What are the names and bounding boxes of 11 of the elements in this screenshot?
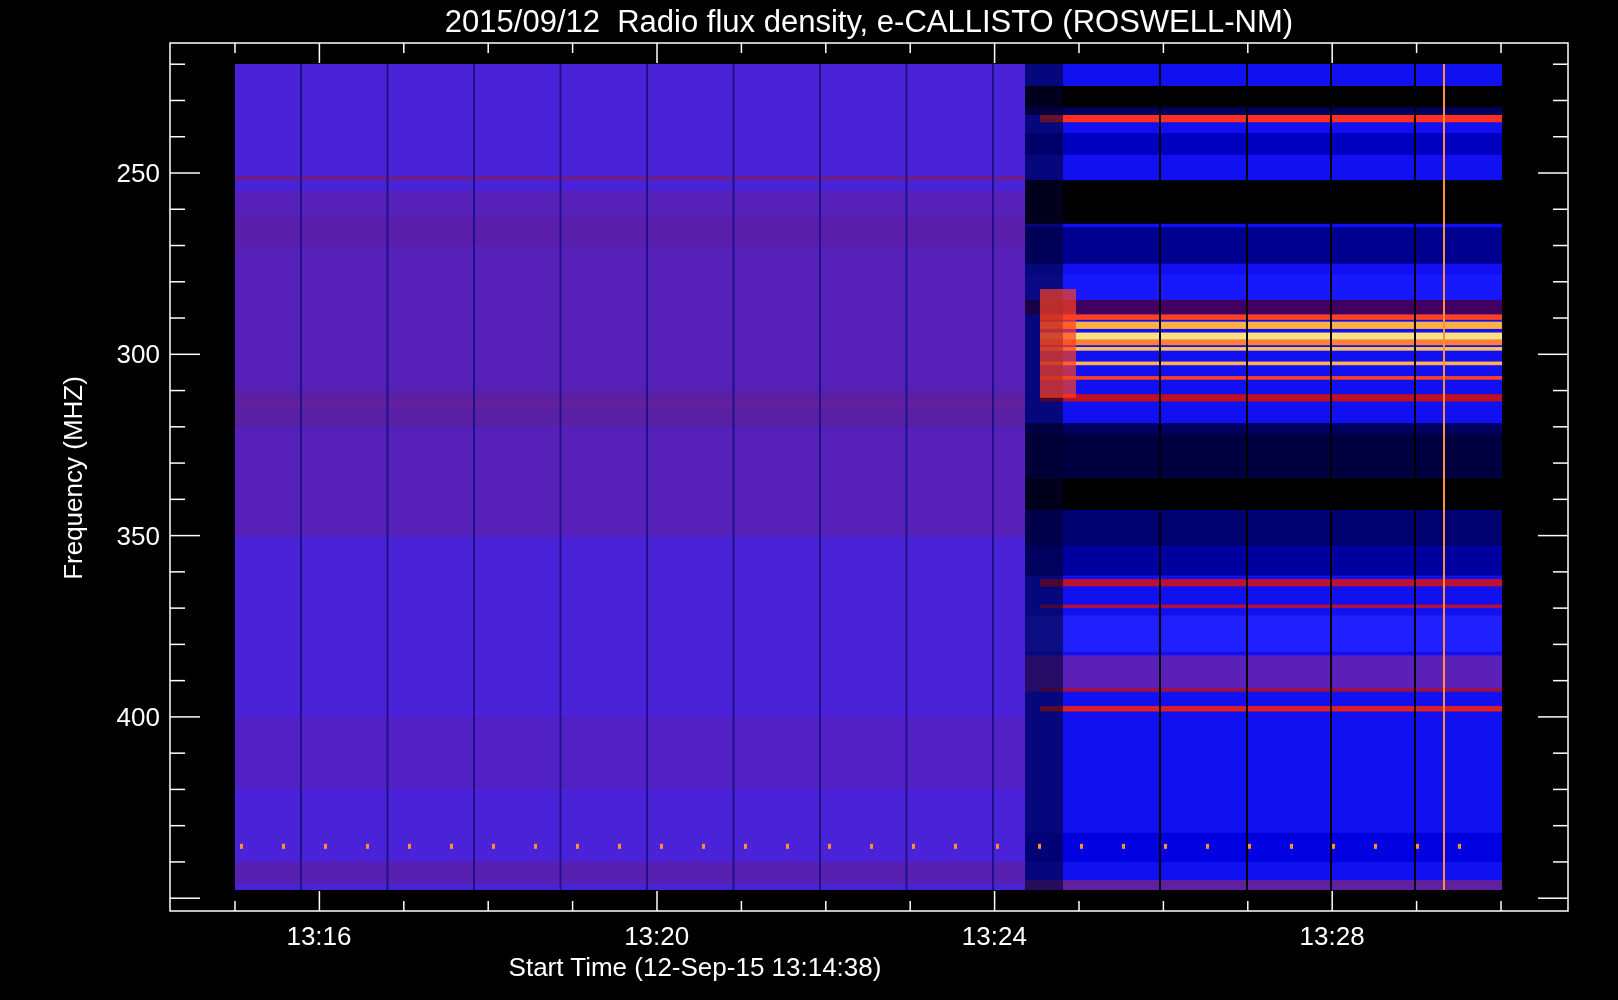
x-tick-label: 13:24	[961, 921, 1027, 951]
y-tick-label: 350	[116, 520, 160, 551]
y-tick-label: 300	[116, 339, 160, 370]
x-tick-label: 13:16	[286, 921, 352, 951]
x-axis-label: Start Time (12-Sep-15 13:14:38)	[508, 952, 882, 982]
x-tick-label: 13:20	[624, 921, 690, 951]
y-axis-label: Frequency (MHZ)	[58, 376, 88, 580]
y-tick-label: 250	[116, 158, 160, 188]
x-tick-label: 13:28	[1299, 921, 1365, 951]
y-tick-label: 400	[116, 701, 160, 732]
chart-title: 2015/09/12 Radio flux density, e-CALLISTO (ROSWELL-NM)	[444, 4, 1294, 39]
